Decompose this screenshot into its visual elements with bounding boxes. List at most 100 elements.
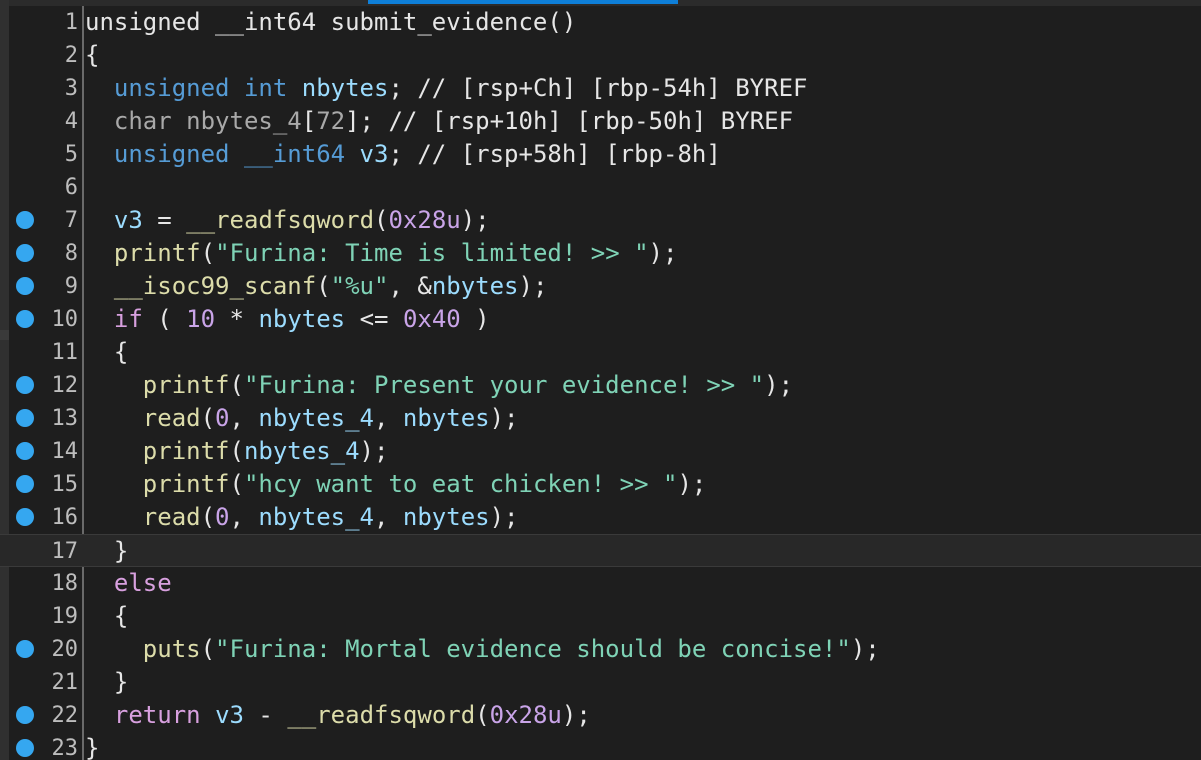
code-token: if — [113, 305, 143, 333]
code-line[interactable]: 17 } — [0, 534, 1201, 567]
code-token: nbytes_4 — [243, 437, 360, 465]
code-token: 0 — [215, 503, 230, 531]
code-text[interactable]: unsigned __int64 v3; // [rsp+58h] [rbp-8… — [85, 138, 721, 171]
code-text[interactable]: { — [85, 336, 128, 369]
code-text[interactable]: printf("Furina: Time is limited! >> "); — [85, 237, 678, 270]
code-line[interactable]: 4 char nbytes_4[72]; // [rsp+10h] [rbp-5… — [0, 105, 1201, 138]
code-token: , — [374, 404, 403, 432]
code-token: <= — [345, 305, 403, 333]
code-token: ); — [489, 404, 519, 432]
line-number: 9 — [64, 274, 78, 299]
code-line[interactable]: 23} — [0, 732, 1201, 760]
code-line[interactable]: 20 puts("Furina: Mortal evidence should … — [0, 633, 1201, 666]
code-line[interactable]: 15 printf("hcy want to eat chicken! >> "… — [0, 468, 1201, 501]
code-token: v3 — [113, 206, 143, 234]
code-area[interactable]: 1 unsigned __int64 submit_evidence() 2{3 u… — [0, 6, 1201, 760]
code-token: , & — [388, 272, 432, 300]
code-text[interactable]: { — [85, 600, 128, 633]
code-token: } — [85, 734, 100, 760]
code-line[interactable]: 21 } — [0, 666, 1201, 699]
code-token: 0x28u — [388, 206, 461, 234]
code-token: { — [85, 41, 100, 69]
line-number: 3 — [64, 76, 78, 101]
code-text[interactable]: else — [85, 567, 172, 600]
code-token: nbytes_4 — [186, 107, 302, 135]
code-token: char — [113, 107, 172, 135]
code-token: __readfsqword — [287, 701, 476, 729]
code-token: nbytes — [258, 305, 346, 333]
line-number: 1 — [64, 10, 78, 35]
line-number: 10 — [51, 307, 79, 332]
code-line[interactable]: 18 else — [0, 567, 1201, 600]
code-token: printf — [142, 371, 230, 399]
code-token: ); — [648, 239, 678, 267]
code-token: ( — [475, 701, 490, 729]
code-line[interactable]: 14 printf(nbytes_4); — [0, 435, 1201, 468]
code-line[interactable]: 10 if ( 10 * nbytes <= 0x40 ) — [0, 303, 1201, 336]
code-token: v3 — [359, 140, 389, 168]
code-line[interactable]: 13 read(0, nbytes_4, nbytes); — [0, 402, 1201, 435]
code-text[interactable]: __isoc99_scanf("%u", &nbytes); — [85, 270, 548, 303]
code-token: ); — [359, 437, 389, 465]
code-text[interactable]: return v3 - __readfsqword(0x28u); — [85, 699, 591, 732]
code-text[interactable]: unsigned __int64 submit_evidence() — [85, 6, 576, 39]
code-line[interactable]: 9 __isoc99_scanf("%u", &nbytes); — [0, 270, 1201, 303]
code-line[interactable]: 5 unsigned __int64 v3; // [rsp+58h] [rbp… — [0, 138, 1201, 171]
code-token: ( — [200, 404, 216, 432]
code-text[interactable]: } — [85, 732, 99, 760]
code-text[interactable]: if ( 10 * nbytes <= 0x40 ) — [85, 303, 490, 336]
code-token: 72 — [316, 107, 346, 135]
code-token: ( — [200, 239, 216, 267]
code-token: { — [85, 602, 129, 630]
code-line[interactable]: 12 printf("Furina: Present your evidence… — [0, 369, 1201, 402]
code-token: nbytes_4 — [258, 503, 374, 531]
code-line[interactable]: 1 unsigned __int64 submit_evidence() — [0, 6, 1201, 39]
code-text[interactable]: char nbytes_4[72]; // [rsp+10h] [rbp-50h… — [85, 105, 793, 138]
code-line[interactable]: 2{ — [0, 39, 1201, 72]
code-token: [ — [301, 107, 317, 135]
line-number: 16 — [51, 505, 79, 530]
code-token: } — [85, 537, 129, 565]
line-number: 5 — [64, 142, 78, 167]
code-line[interactable]: 19 { — [0, 600, 1201, 633]
code-line[interactable]: 3 unsigned int nbytes; // [rsp+Ch] [rbp-… — [0, 72, 1201, 105]
line-number: 12 — [51, 373, 79, 398]
code-text[interactable]: printf("hcy want to eat chicken! >> "); — [85, 468, 707, 501]
code-token: ( — [374, 206, 389, 234]
line-number: 18 — [51, 571, 79, 596]
code-text[interactable]: } — [85, 666, 128, 699]
code-line[interactable]: 8 printf("Furina: Time is limited! >> ")… — [0, 237, 1201, 270]
line-number: 2 — [64, 43, 78, 68]
code-line[interactable]: 7 v3 = __readfsqword(0x28u); — [0, 204, 1201, 237]
code-token: 0 — [215, 404, 230, 432]
code-line[interactable]: 6 — [0, 171, 1201, 204]
code-token: unsigned int — [113, 74, 288, 102]
pseudocode-editor[interactable]: 1 unsigned __int64 submit_evidence() 2{3 u… — [0, 0, 1201, 760]
code-text[interactable]: } — [85, 535, 128, 568]
code-token: ); — [518, 272, 548, 300]
code-line[interactable]: 16 read(0, nbytes_4, nbytes); — [0, 501, 1201, 534]
code-text[interactable]: unsigned int nbytes; // [rsp+Ch] [rbp-54… — [85, 72, 808, 105]
code-text[interactable]: printf(nbytes_4); — [85, 435, 389, 468]
code-line[interactable]: 11 { — [0, 336, 1201, 369]
code-text[interactable]: { — [85, 39, 99, 72]
code-token: nbytes — [402, 404, 490, 432]
code-token: ]; // [rsp+10h] [rbp-50h] BYREF — [345, 107, 794, 135]
code-text[interactable]: read(0, nbytes_4, nbytes); — [85, 501, 519, 534]
code-text[interactable]: read(0, nbytes_4, nbytes); — [85, 402, 519, 435]
code-text[interactable]: puts("Furina: Mortal evidence should be … — [85, 633, 880, 666]
code-text[interactable]: v3 = __readfsqword(0x28u); — [85, 204, 490, 237]
code-token: __isoc99_scanf — [113, 272, 317, 300]
code-text[interactable]: printf("Furina: Present your evidence! >… — [85, 369, 793, 402]
code-token: nbytes — [431, 272, 519, 300]
code-token: ( — [142, 305, 187, 333]
code-token: ; // [rsp+58h] [rbp-8h] — [388, 140, 721, 168]
code-line[interactable]: 22 return v3 - __readfsqword(0x28u); — [0, 699, 1201, 732]
code-token: nbytes — [402, 503, 490, 531]
active-tab-indicator[interactable] — [368, 0, 678, 4]
